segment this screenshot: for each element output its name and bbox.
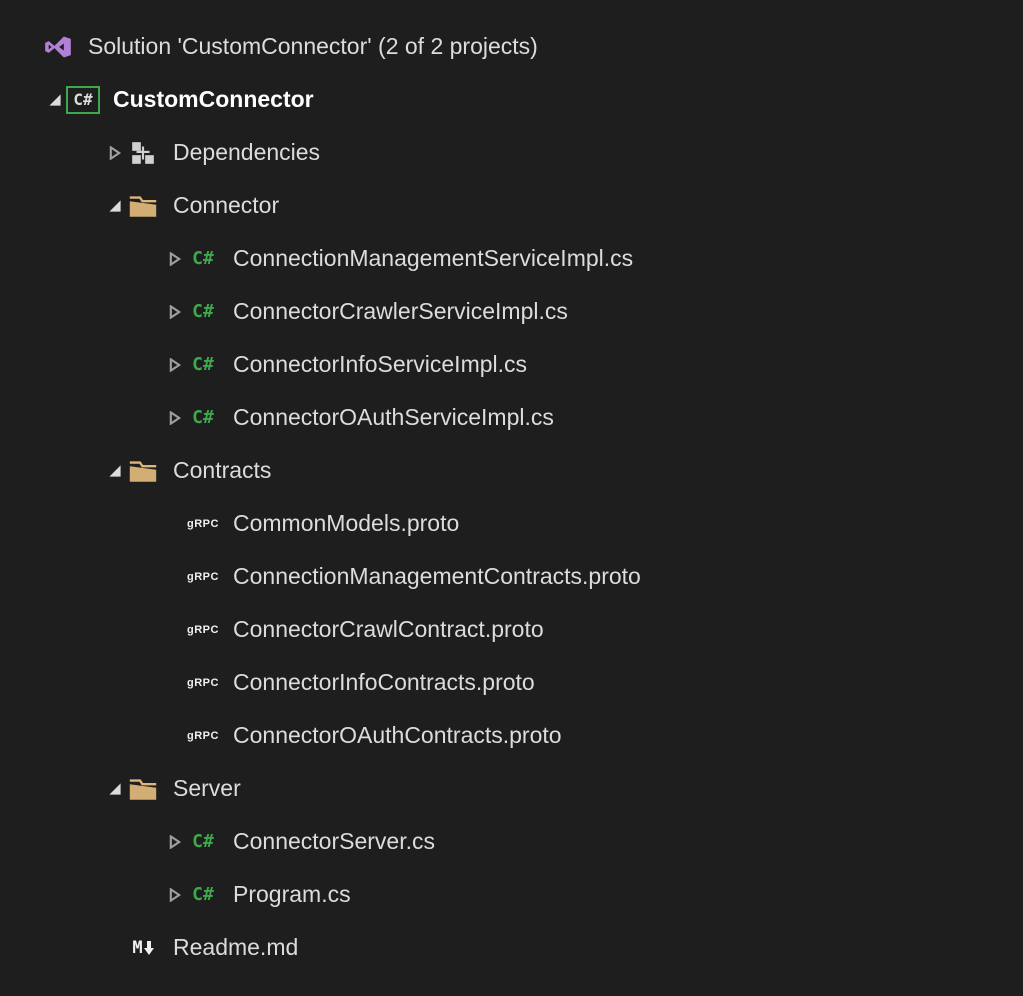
chevron-right-icon[interactable] xyxy=(165,358,185,372)
csharp-file-icon: C# xyxy=(185,407,221,428)
solution-label: Solution 'CustomConnector' (2 of 2 proje… xyxy=(88,35,538,58)
folder-icon xyxy=(125,777,161,801)
dependencies-label: Dependencies xyxy=(173,141,320,164)
folder-row-server[interactable]: Server xyxy=(0,762,1023,815)
csharp-file-icon: C# xyxy=(185,884,221,905)
file-label: ConnectorCrawlContract.proto xyxy=(233,618,544,641)
csharp-project-icon: C# xyxy=(65,86,101,114)
chevron-right-icon[interactable] xyxy=(105,146,125,160)
file-label: ConnectionManagementContracts.proto xyxy=(233,565,641,588)
file-label: ConnectorInfoServiceImpl.cs xyxy=(233,353,527,376)
chevron-down-icon[interactable] xyxy=(105,199,125,213)
file-row[interactable]: gRPC ConnectorInfoContracts.proto xyxy=(0,656,1023,709)
csharp-file-icon: C# xyxy=(185,301,221,322)
file-row[interactable]: gRPC CommonModels.proto xyxy=(0,497,1023,550)
csharp-file-icon: C# xyxy=(185,831,221,852)
file-row[interactable]: gRPC ConnectionManagementContracts.proto xyxy=(0,550,1023,603)
chevron-right-icon[interactable] xyxy=(165,888,185,902)
file-row[interactable]: C# ConnectorCrawlerServiceImpl.cs xyxy=(0,285,1023,338)
chevron-down-icon[interactable] xyxy=(105,464,125,478)
dependencies-icon xyxy=(125,140,161,166)
file-label: ConnectorCrawlerServiceImpl.cs xyxy=(233,300,568,323)
folder-label: Contracts xyxy=(173,459,271,482)
file-row[interactable]: C# ConnectorServer.cs xyxy=(0,815,1023,868)
folder-icon xyxy=(125,194,161,218)
grpc-file-icon: gRPC xyxy=(185,730,221,742)
csharp-file-icon: C# xyxy=(185,248,221,269)
file-label: CommonModels.proto xyxy=(233,512,459,535)
project-row[interactable]: C# CustomConnector xyxy=(0,73,1023,126)
grpc-file-icon: gRPC xyxy=(185,624,221,636)
folder-label: Connector xyxy=(173,194,279,217)
chevron-down-icon[interactable] xyxy=(105,782,125,796)
solution-row[interactable]: Solution 'CustomConnector' (2 of 2 proje… xyxy=(0,20,1023,73)
file-label: ConnectorInfoContracts.proto xyxy=(233,671,535,694)
file-row[interactable]: C# ConnectionManagementServiceImpl.cs xyxy=(0,232,1023,285)
file-row-readme[interactable]: M Readme.md xyxy=(0,921,1023,974)
csharp-file-icon: C# xyxy=(185,354,221,375)
chevron-down-icon[interactable] xyxy=(45,93,65,107)
folder-label: Server xyxy=(173,777,241,800)
project-label: CustomConnector xyxy=(113,88,314,111)
dependencies-row[interactable]: Dependencies xyxy=(0,126,1023,179)
grpc-file-icon: gRPC xyxy=(185,518,221,530)
file-row[interactable]: C# Program.cs xyxy=(0,868,1023,921)
file-label: ConnectionManagementServiceImpl.cs xyxy=(233,247,633,270)
file-label: ConnectorServer.cs xyxy=(233,830,435,853)
chevron-right-icon[interactable] xyxy=(165,835,185,849)
chevron-right-icon[interactable] xyxy=(165,252,185,266)
folder-row-connector[interactable]: Connector xyxy=(0,179,1023,232)
file-row[interactable]: C# ConnectorInfoServiceImpl.cs xyxy=(0,338,1023,391)
file-row[interactable]: gRPC ConnectorOAuthContracts.proto xyxy=(0,709,1023,762)
file-label: Readme.md xyxy=(173,936,298,959)
grpc-file-icon: gRPC xyxy=(185,677,221,689)
file-label: ConnectorOAuthContracts.proto xyxy=(233,724,562,747)
folder-row-contracts[interactable]: Contracts xyxy=(0,444,1023,497)
chevron-right-icon[interactable] xyxy=(165,411,185,425)
grpc-file-icon: gRPC xyxy=(185,571,221,583)
file-label: ConnectorOAuthServiceImpl.cs xyxy=(233,406,554,429)
file-row[interactable]: C# ConnectorOAuthServiceImpl.cs xyxy=(0,391,1023,444)
chevron-right-icon[interactable] xyxy=(165,305,185,319)
solution-explorer-tree: Solution 'CustomConnector' (2 of 2 proje… xyxy=(0,0,1023,974)
file-label: Program.cs xyxy=(233,883,351,906)
folder-icon xyxy=(125,459,161,483)
visual-studio-icon xyxy=(40,33,76,61)
markdown-file-icon: M xyxy=(125,938,161,958)
file-row[interactable]: gRPC ConnectorCrawlContract.proto xyxy=(0,603,1023,656)
